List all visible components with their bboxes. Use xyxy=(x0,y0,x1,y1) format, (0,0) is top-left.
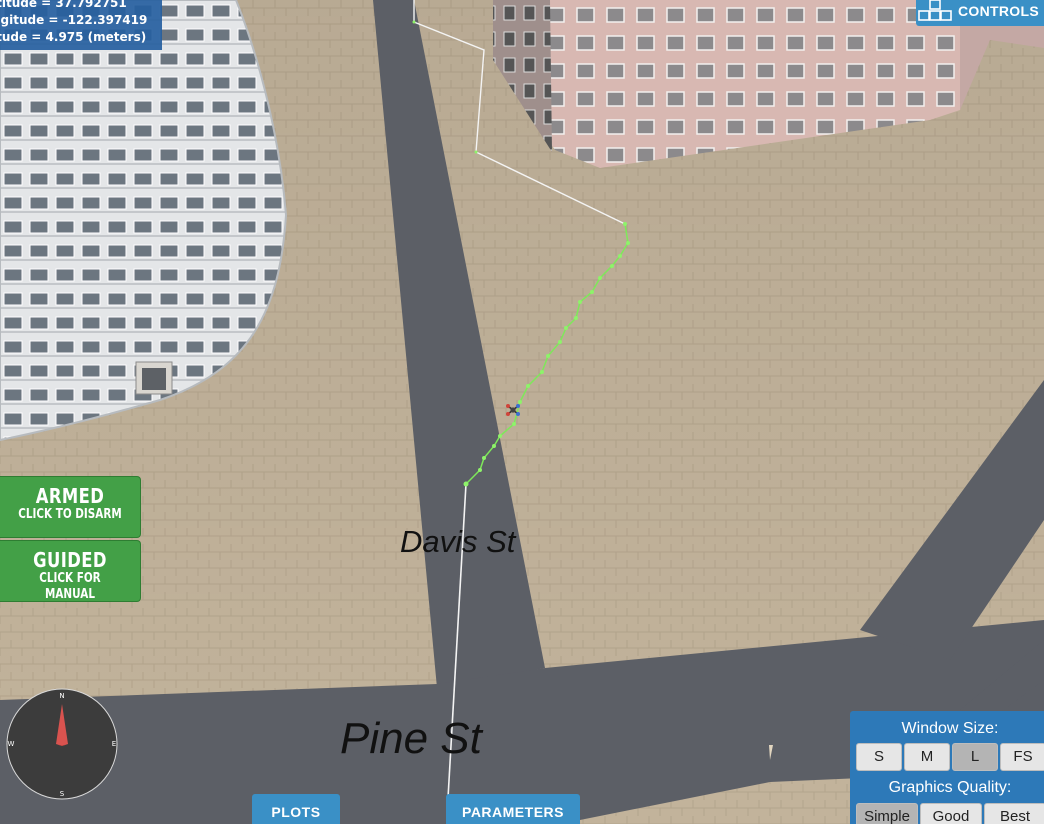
window-size-l-button[interactable]: L xyxy=(952,743,998,771)
longitude-readout: ngitude = -122.397419 xyxy=(0,13,148,27)
compass-e: E xyxy=(112,740,116,748)
simulator-viewport[interactable]: Davis St Pine St ltitude = 37.792751 ngi… xyxy=(0,0,1044,824)
armed-title: ARMED xyxy=(35,484,105,508)
latitude-readout: ltitude = 37.792751 xyxy=(0,0,127,10)
compass-w: W xyxy=(8,740,15,748)
parameters-tab[interactable]: PARAMETERS xyxy=(446,794,580,824)
graphics-simple-button[interactable]: Simple xyxy=(856,803,918,824)
armed-subtitle: CLICK TO DISARM xyxy=(18,507,122,522)
street-label-davis: Davis St xyxy=(400,524,516,559)
compass-icon: N S E W xyxy=(6,688,118,800)
settings-panel: Window Size: S M L FS Graphics Quality: … xyxy=(850,711,1044,824)
window-size-fs-button[interactable]: FS xyxy=(1000,743,1044,771)
window-size-label: Window Size: xyxy=(901,720,999,737)
graphics-quality-label: Graphics Quality: xyxy=(888,779,1012,796)
guided-subtitle: CLICK FOR MANUAL xyxy=(39,571,101,602)
compass-s: S xyxy=(60,790,65,798)
plots-tab[interactable]: PLOTS xyxy=(252,794,340,824)
window-size-m-button[interactable]: M xyxy=(904,743,950,771)
armed-button[interactable]: ARMED CLICK TO DISARM xyxy=(0,476,141,538)
compass-n: N xyxy=(59,692,64,700)
controls-button[interactable]: CONTROLS xyxy=(916,0,1044,26)
guided-button[interactable]: GUIDED CLICK FOR MANUAL xyxy=(0,540,141,602)
altitude-readout: itude = 4.975 (meters) xyxy=(0,30,147,44)
3d-world-view xyxy=(0,0,1044,824)
graphics-best-button[interactable]: Best xyxy=(984,803,1044,824)
graphics-good-button[interactable]: Good xyxy=(920,803,982,824)
keyboard-icon xyxy=(918,0,952,21)
controls-label: CONTROLS xyxy=(958,3,1039,19)
guided-title: GUIDED xyxy=(33,548,107,572)
window-size-s-button[interactable]: S xyxy=(856,743,902,771)
gps-readout: ltitude = 37.792751 ngitude = -122.39741… xyxy=(0,0,162,50)
street-label-pine: Pine St xyxy=(340,714,482,763)
